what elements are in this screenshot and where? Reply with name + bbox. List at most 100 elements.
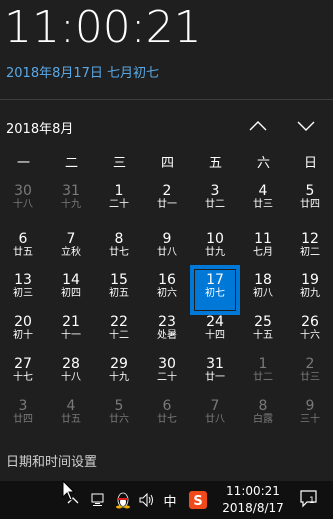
calendar-day[interactable]: 18 初八	[240, 267, 286, 313]
weekday-label: 五	[208, 156, 222, 171]
calendar-day-today[interactable]: 17 初七	[190, 265, 240, 315]
lunar-date: 十六	[300, 330, 320, 341]
taskbar-clock[interactable]: 11:00:21 2018/8/17	[222, 483, 284, 517]
lunar-date: 廿三	[300, 372, 320, 383]
day-number: 5	[114, 398, 124, 414]
calendar-day[interactable]: 22 十二	[96, 309, 142, 355]
calendar-day[interactable]: 14 初四	[48, 267, 94, 313]
day-number: 28	[62, 356, 80, 372]
calendar-day[interactable]: 3 廿四	[0, 393, 46, 439]
lunar-date: 廿四	[300, 199, 320, 210]
calendar-day[interactable]: 28 十八	[48, 351, 94, 397]
calendar-day[interactable]: 5 廿六	[96, 393, 142, 439]
calendar-day[interactable]: 30 二十	[144, 351, 190, 397]
calendar-day[interactable]: 2 廿三	[287, 351, 333, 397]
weekday-label: 一	[16, 156, 30, 171]
calendar-day[interactable]: 11 七月	[240, 226, 286, 272]
next-month-button[interactable]	[291, 112, 321, 140]
current-date-link[interactable]: 2018年8月17日 七月初七	[6, 62, 159, 81]
day-number: 11	[254, 231, 272, 247]
lunar-date: 十九	[109, 372, 129, 383]
penguin-icon	[116, 492, 130, 509]
calendar-day[interactable]: 7 廿八	[192, 393, 238, 439]
day-number: 4	[66, 398, 76, 414]
lunar-date: 廿六	[109, 414, 129, 425]
calendar-day[interactable]: 13 初三	[0, 267, 46, 313]
calendar-day[interactable]: 12 初二	[287, 226, 333, 272]
lunar-date: 廿九	[205, 247, 225, 258]
calendar-day[interactable]: 6 廿五	[0, 226, 46, 272]
weekday-label: 三	[112, 156, 126, 171]
chevron-down-icon	[297, 121, 315, 131]
current-time: 11:00:21	[4, 2, 202, 53]
calendar-day[interactable]: 24 十四	[192, 309, 238, 355]
calendar-day[interactable]: 23 处暑	[144, 309, 190, 355]
taskbar-date: 2018/8/17	[222, 501, 284, 515]
svg-text:S: S	[193, 494, 202, 509]
calendar-day[interactable]: 1 廿二	[240, 351, 286, 397]
calendar-day[interactable]: 2 廿一	[144, 178, 190, 224]
calendar-day[interactable]: 31 廿一	[192, 351, 238, 397]
lunar-date: 初九	[300, 288, 320, 299]
volume-icon[interactable]	[138, 490, 156, 510]
calendar-day[interactable]: 27 十七	[0, 351, 46, 397]
day-number: 1	[258, 356, 268, 372]
calendar-day[interactable]: 26 十六	[287, 309, 333, 355]
day-number: 22	[110, 314, 128, 330]
calendar-day[interactable]: 19 初九	[287, 267, 333, 313]
calendar-day[interactable]: 20 初十	[0, 309, 46, 355]
calendar-day[interactable]: 6 廿七	[144, 393, 190, 439]
date-time-settings-link[interactable]: 日期和时间设置	[6, 451, 97, 470]
calendar-day[interactable]: 5 廿四	[287, 178, 333, 224]
clock-area: 11:00:21 2018年8月17日 七月初七	[0, 0, 333, 100]
sogou-input-icon[interactable]: S	[188, 490, 208, 510]
month-label[interactable]: 2018年8月	[6, 118, 73, 137]
day-number: 19	[301, 272, 319, 288]
day-number: 9	[305, 398, 315, 414]
day-number: 3	[18, 398, 28, 414]
lunar-date: 廿二	[205, 199, 225, 210]
network-icon[interactable]	[90, 490, 108, 510]
lunar-date: 二十	[157, 372, 177, 383]
calendar-day[interactable]: 3 廿二	[192, 178, 238, 224]
lunar-date: 处暑	[157, 330, 177, 341]
day-number: 9	[162, 231, 172, 247]
calendar-day[interactable]: 9 三十	[287, 393, 333, 439]
calendar-day[interactable]: 8 廿七	[96, 226, 142, 272]
day-number: 24	[206, 314, 224, 330]
day-number: 8	[258, 398, 268, 414]
notification-count: 1	[309, 496, 315, 506]
calendar-day[interactable]: 16 初六	[144, 267, 190, 313]
calendar-day[interactable]: 30 十八	[0, 178, 46, 224]
calendar-day[interactable]: 1 二十	[96, 178, 142, 224]
calendar-day[interactable]: 31 十九	[48, 178, 94, 224]
calendar-day[interactable]: 4 廿三	[240, 178, 286, 224]
previous-month-button[interactable]	[243, 112, 273, 140]
ime-indicator[interactable]: 中	[160, 490, 180, 510]
day-number: 5	[305, 183, 315, 199]
day-number: 23	[158, 314, 176, 330]
calendar-day[interactable]: 25 十五	[240, 309, 286, 355]
calendar-day[interactable]: 8 白露	[240, 393, 286, 439]
day-number: 1	[114, 183, 124, 199]
lunar-date: 廿一	[205, 372, 225, 383]
day-number: 10	[206, 231, 224, 247]
calendar-day[interactable]: 7 立秋	[48, 226, 94, 272]
network-icon-glyph	[91, 493, 104, 506]
lunar-date: 十一	[61, 330, 81, 341]
action-center-button[interactable]: 1	[299, 489, 323, 511]
day-number: 15	[110, 272, 128, 288]
calendar-day[interactable]: 29 十九	[96, 351, 142, 397]
lunar-date: 廿八	[205, 414, 225, 425]
lunar-date: 廿五	[13, 247, 33, 258]
calendar-day[interactable]: 15 初五	[96, 267, 142, 313]
weekday-label: 四	[160, 156, 174, 171]
calendar-day[interactable]: 4 廿五	[48, 393, 94, 439]
day-number: 31	[206, 356, 224, 372]
calendar-day[interactable]: 21 十一	[48, 309, 94, 355]
calendar-day[interactable]: 10 廿九	[192, 226, 238, 272]
qq-icon[interactable]	[114, 490, 132, 510]
day-number: 27	[14, 356, 32, 372]
weekday-label: 日	[303, 156, 317, 171]
calendar-day[interactable]: 9 廿八	[144, 226, 190, 272]
